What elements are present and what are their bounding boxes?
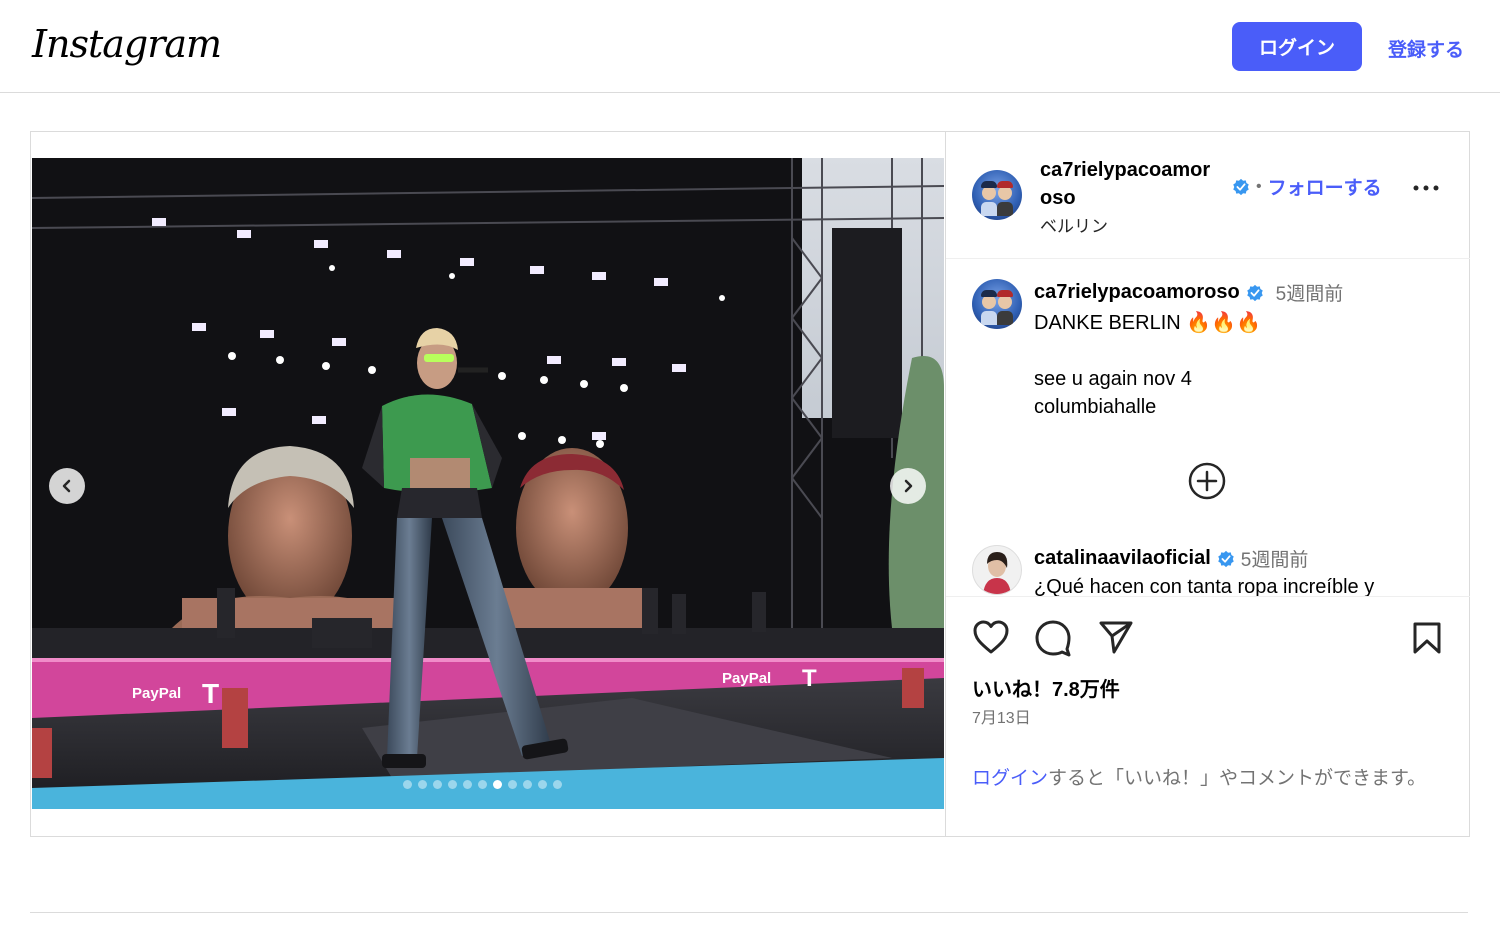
comment-header: catalinaavilaoficial 5週間前 bbox=[1034, 545, 1308, 572]
post-location[interactable]: ベルリン bbox=[1040, 212, 1108, 237]
caption-line: DANKE BERLIN 🔥🔥🔥 bbox=[1034, 312, 1261, 334]
carousel-dot bbox=[448, 780, 457, 789]
login-prompt: ログインすると「いいね！」やコメントができます。 bbox=[972, 765, 1432, 793]
follow-button[interactable]: フォローする bbox=[1268, 173, 1382, 200]
commenter-avatar[interactable] bbox=[972, 545, 1022, 595]
post-header: ca7rielypacoamor oso ベルリン • フォローする bbox=[946, 132, 1470, 259]
author-avatar[interactable] bbox=[972, 170, 1022, 220]
carousel-dot bbox=[418, 780, 427, 789]
top-bar: Instagram ログイン 登録する bbox=[0, 0, 1500, 93]
post-media: PayPal PayPal T T bbox=[31, 132, 945, 836]
carousel-dot-active bbox=[493, 780, 502, 789]
bottom-divider bbox=[30, 912, 1468, 913]
carousel-next-button[interactable] bbox=[890, 468, 926, 504]
share-send-icon[interactable] bbox=[1098, 619, 1134, 655]
carousel-dot bbox=[553, 780, 562, 789]
comment-username[interactable]: catalinaavilaoficial bbox=[1034, 547, 1211, 570]
carousel-dot bbox=[403, 780, 412, 789]
comment-time[interactable]: 5週間前 bbox=[1241, 545, 1309, 572]
carousel-dot bbox=[433, 780, 442, 789]
carousel-dot bbox=[523, 780, 532, 789]
verified-badge-icon bbox=[1218, 550, 1234, 567]
carousel-dot bbox=[478, 780, 487, 789]
post-photo: PayPal PayPal T T bbox=[32, 158, 944, 809]
verified-badge-icon bbox=[1246, 284, 1263, 301]
caption-author-avatar[interactable] bbox=[972, 279, 1022, 329]
post-sidebar: ca7rielypacoamor oso ベルリン • フォローする ca7ri… bbox=[945, 132, 1470, 836]
comments-list[interactable]: ca7rielypacoamoroso 5週間前 DANKE BERLIN 🔥🔥… bbox=[946, 259, 1470, 596]
author-username[interactable]: ca7rielypacoamor oso bbox=[1040, 156, 1230, 212]
like-heart-icon[interactable] bbox=[972, 619, 1010, 655]
svg-text:T: T bbox=[802, 665, 817, 692]
like-count[interactable]: いいね！7.8万件 bbox=[972, 673, 1120, 702]
comment-bubble-icon[interactable] bbox=[1034, 619, 1072, 657]
chevron-right-icon bbox=[904, 479, 913, 493]
load-more-comments-icon[interactable] bbox=[1188, 462, 1226, 500]
carousel-indicator bbox=[403, 780, 562, 789]
caption-line: columbiahalle bbox=[1034, 396, 1157, 418]
verified-badge-icon bbox=[1233, 178, 1249, 195]
carousel-dot bbox=[508, 780, 517, 789]
post-date[interactable]: 7月13日 bbox=[972, 704, 1031, 728]
carousel-prev-button[interactable] bbox=[49, 468, 85, 504]
login-button[interactable]: ログイン bbox=[1232, 22, 1362, 71]
caption-line: see u again nov 4 bbox=[1034, 368, 1192, 390]
svg-text:PayPal: PayPal bbox=[722, 670, 771, 687]
carousel-dot bbox=[463, 780, 472, 789]
svg-text:T: T bbox=[202, 678, 219, 709]
follow-group: • フォローする bbox=[1232, 173, 1382, 200]
instagram-logo[interactable]: Instagram bbox=[32, 22, 222, 66]
author-username-line2: oso bbox=[1040, 187, 1076, 209]
comment-text: ¿Qué hacen con tanta ropa increíble y bbox=[1034, 576, 1375, 596]
login-prompt-text: すると「いいね！」やコメントができます。 bbox=[1048, 768, 1427, 789]
author-username-line1: ca7rielypacoamor bbox=[1040, 159, 1211, 181]
caption-username[interactable]: ca7rielypacoamoroso bbox=[1034, 281, 1240, 304]
login-prompt-link[interactable]: ログイン bbox=[972, 768, 1048, 789]
svg-text:PayPal: PayPal bbox=[132, 685, 181, 702]
post-actions: いいね！7.8万件 7月13日 ログインすると「いいね！」やコメントができます。 bbox=[946, 596, 1470, 837]
chevron-left-icon bbox=[62, 479, 71, 493]
caption-header: ca7rielypacoamoroso 5週間前 bbox=[1034, 279, 1343, 306]
post-container: PayPal PayPal T T ca7rielypacoamor oso ベ… bbox=[30, 131, 1470, 837]
carousel-dot bbox=[538, 780, 547, 789]
more-options-icon[interactable] bbox=[1412, 184, 1440, 192]
caption-time[interactable]: 5週間前 bbox=[1276, 279, 1344, 306]
signup-link[interactable]: 登録する bbox=[1388, 35, 1464, 62]
follow-separator: • bbox=[1256, 177, 1262, 195]
bookmark-icon[interactable] bbox=[1412, 621, 1442, 655]
